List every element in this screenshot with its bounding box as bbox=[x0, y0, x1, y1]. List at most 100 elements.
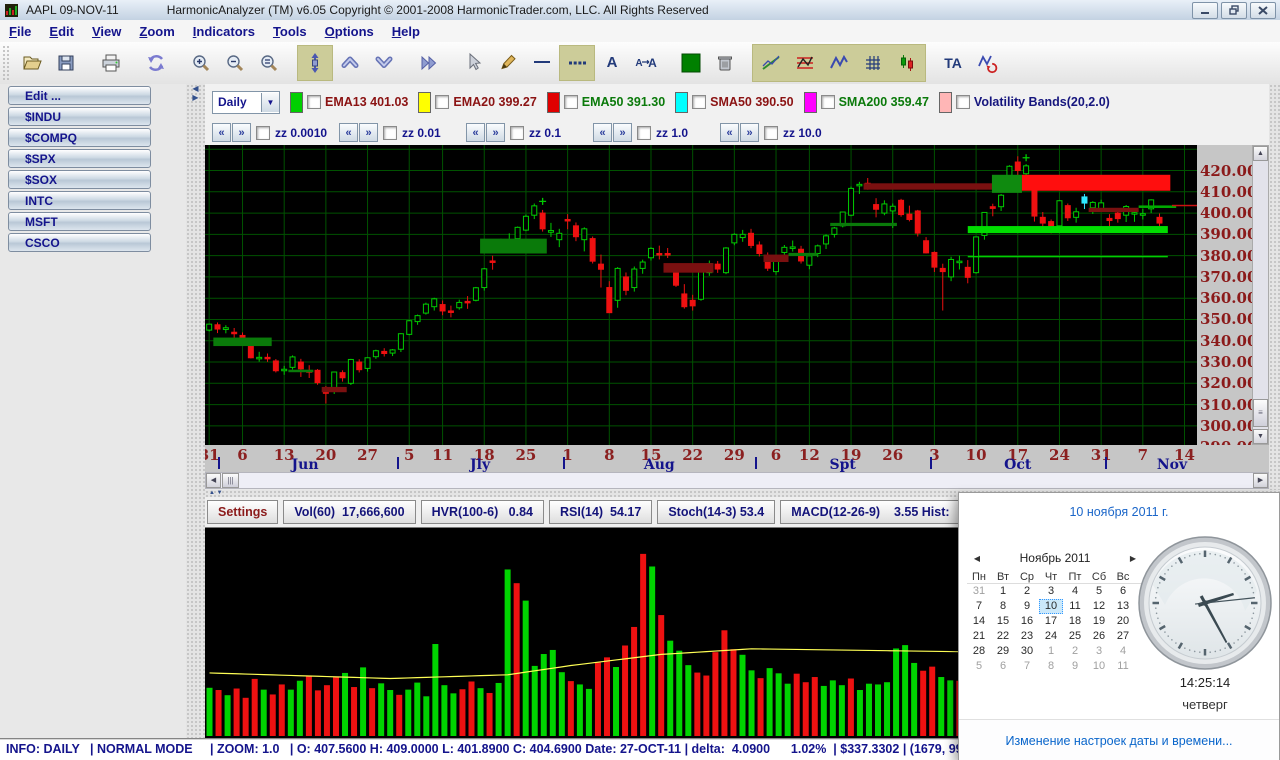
calendar-day[interactable]: 9 bbox=[1015, 599, 1039, 614]
sidebar-item-compq[interactable]: $COMPQ bbox=[8, 128, 151, 147]
calendar-day[interactable]: 8 bbox=[991, 599, 1015, 614]
calendar-day[interactable]: 26 bbox=[1087, 629, 1111, 644]
calendar-day[interactable]: 12 bbox=[1087, 599, 1111, 614]
menu-tools[interactable]: Tools bbox=[264, 24, 316, 39]
calendar-day[interactable]: 19 bbox=[1087, 614, 1111, 629]
calendar-day[interactable]: 13 bbox=[1111, 599, 1135, 614]
chevron-up-button[interactable] bbox=[333, 45, 367, 79]
horizontal-scroll-thumb[interactable]: ||| bbox=[222, 473, 239, 488]
calendar-day[interactable]: 15 bbox=[991, 614, 1015, 629]
minimize-button[interactable] bbox=[1192, 2, 1218, 19]
change-date-time-link[interactable]: Изменение настроек даты и времени... bbox=[1005, 734, 1232, 748]
text-a-button[interactable]: A bbox=[595, 45, 629, 79]
scroll-left-icon[interactable]: ◀ bbox=[206, 473, 221, 488]
calendar-day[interactable]: 10 bbox=[1087, 659, 1111, 674]
calendar-day[interactable]: 31 bbox=[967, 584, 991, 599]
zz-checkbox[interactable] bbox=[764, 126, 778, 140]
calendar-day[interactable]: 6 bbox=[991, 659, 1015, 674]
calendar-day[interactable]: 7 bbox=[1015, 659, 1039, 674]
sidebar-item-intc[interactable]: INTC bbox=[8, 191, 151, 210]
fast-forward-button[interactable] bbox=[412, 46, 446, 80]
sidebar-item-msft[interactable]: MSFT bbox=[8, 212, 151, 231]
indicator-button-hvr[interactable]: HVR(100-6) 0.84 bbox=[421, 500, 544, 524]
calendar-day[interactable]: 18 bbox=[1063, 614, 1087, 629]
scroll-up-icon[interactable]: ▲ bbox=[1253, 146, 1268, 161]
calendar-day[interactable]: 21 bbox=[967, 629, 991, 644]
zoom-in-button[interactable] bbox=[184, 46, 218, 80]
zoom-off-button[interactable] bbox=[252, 46, 286, 80]
restore-button[interactable] bbox=[1221, 2, 1247, 19]
line-tool-button[interactable] bbox=[525, 45, 559, 79]
calendar-day[interactable]: 8 bbox=[1039, 659, 1063, 674]
pencil-button[interactable] bbox=[491, 45, 525, 79]
chevron-down-button[interactable] bbox=[367, 45, 401, 79]
calendar-day[interactable]: 11 bbox=[1111, 659, 1135, 674]
calendar-day[interactable]: 25 bbox=[1063, 629, 1087, 644]
calendar-day[interactable]: 6 bbox=[1111, 584, 1135, 599]
chevron-down-icon[interactable]: ▼ bbox=[261, 93, 279, 112]
legend-checkbox[interactable] bbox=[564, 95, 578, 109]
zz-next-button[interactable]: » bbox=[486, 123, 505, 142]
harmonic-levels-button[interactable] bbox=[788, 46, 822, 80]
color-swatch-button[interactable] bbox=[674, 46, 708, 80]
menu-indicators[interactable]: Indicators bbox=[184, 24, 264, 39]
trash-button[interactable] bbox=[708, 46, 742, 80]
calendar-day[interactable]: 11 bbox=[1063, 599, 1087, 614]
close-button[interactable] bbox=[1250, 2, 1276, 19]
print-button[interactable] bbox=[94, 46, 128, 80]
text-a-to-a-button[interactable]: AA bbox=[629, 45, 663, 79]
zoom-out-button[interactable] bbox=[218, 46, 252, 80]
indicator-button-vol[interactable]: Vol(60) 17,666,600 bbox=[283, 500, 415, 524]
scroll-down-icon[interactable]: ▼ bbox=[1253, 429, 1268, 444]
calendar-day[interactable]: 1 bbox=[1039, 644, 1063, 659]
calendar-day[interactable]: 2 bbox=[1015, 584, 1039, 599]
calendar-day[interactable]: 28 bbox=[967, 644, 991, 659]
zz-prev-button[interactable]: « bbox=[593, 123, 612, 142]
legend-checkbox[interactable] bbox=[956, 95, 970, 109]
sidebar-item-sox[interactable]: $SOX bbox=[8, 170, 151, 189]
indicator-button-stoch[interactable]: Stoch(14-3) 53.4 bbox=[657, 500, 775, 524]
refresh-button[interactable] bbox=[139, 46, 173, 80]
calendar-day[interactable]: 9 bbox=[1063, 659, 1087, 674]
zz-next-button[interactable]: » bbox=[613, 123, 632, 142]
dots-tool-button[interactable] bbox=[559, 45, 595, 81]
trend-lines-button[interactable] bbox=[754, 46, 788, 80]
legend-checkbox[interactable] bbox=[821, 95, 835, 109]
calendar-day[interactable]: 7 bbox=[967, 599, 991, 614]
calendar-day[interactable]: 3 bbox=[1039, 584, 1063, 599]
settings-button[interactable]: Settings bbox=[207, 500, 278, 524]
calendar-day[interactable]: 4 bbox=[1111, 644, 1135, 659]
calendar-day[interactable]: 3 bbox=[1087, 644, 1111, 659]
sidebar-item-edit[interactable]: Edit ... bbox=[8, 86, 151, 105]
calendar-day[interactable]: 4 bbox=[1063, 584, 1087, 599]
menu-options[interactable]: Options bbox=[316, 24, 383, 39]
vertical-splitter[interactable]: ◀▶ bbox=[186, 84, 205, 738]
candles-button[interactable] bbox=[890, 46, 924, 80]
save-file-button[interactable] bbox=[49, 46, 83, 80]
sidebar-item-indu[interactable]: $INDU bbox=[8, 107, 151, 126]
calendar-day[interactable]: 17 bbox=[1039, 614, 1063, 629]
calendar-prev-icon[interactable]: ◀ bbox=[967, 554, 987, 563]
calendar-day[interactable]: 2 bbox=[1063, 644, 1087, 659]
zigzag-reload-button[interactable] bbox=[970, 46, 1004, 80]
calendar-day[interactable]: 30 bbox=[1015, 644, 1039, 659]
zz-next-button[interactable]: » bbox=[232, 123, 251, 142]
calendar-day[interactable]: 23 bbox=[1015, 629, 1039, 644]
calendar-day[interactable]: 22 bbox=[991, 629, 1015, 644]
zigzag-wave-button[interactable] bbox=[822, 46, 856, 80]
scroll-right-icon[interactable]: ▶ bbox=[1253, 473, 1268, 488]
zz-prev-button[interactable]: « bbox=[720, 123, 739, 142]
sidebar-item-spx[interactable]: $SPX bbox=[8, 149, 151, 168]
zz-next-button[interactable]: » bbox=[359, 123, 378, 142]
calendar-day[interactable]: 14 bbox=[967, 614, 991, 629]
zz-checkbox[interactable] bbox=[383, 126, 397, 140]
calendar-day[interactable]: 5 bbox=[1087, 584, 1111, 599]
menu-zoom[interactable]: Zoom bbox=[130, 24, 183, 39]
calendar-day[interactable]: 20 bbox=[1111, 614, 1135, 629]
toolbar-grip[interactable] bbox=[2, 45, 10, 81]
legend-checkbox[interactable] bbox=[435, 95, 449, 109]
open-file-button[interactable] bbox=[15, 46, 49, 80]
price-chart-canvas[interactable] bbox=[205, 145, 1197, 445]
vertical-scrollbar[interactable]: ▲ ≡ ▼ bbox=[1252, 145, 1269, 445]
grid-button[interactable] bbox=[856, 46, 890, 80]
